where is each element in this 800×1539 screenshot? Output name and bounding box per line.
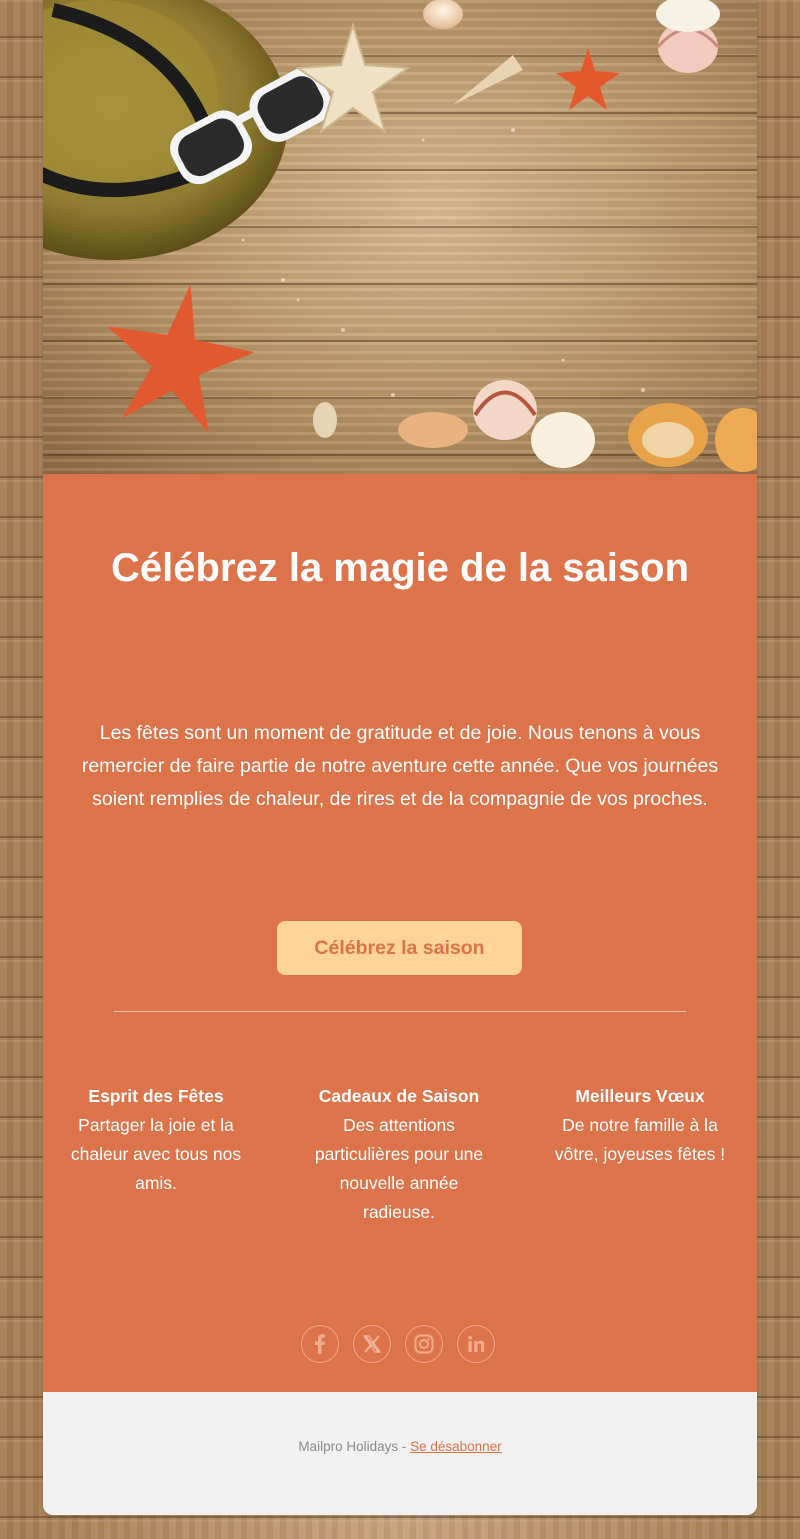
hat-icon: [43, 0, 288, 260]
starfish-icon: [106, 284, 255, 434]
feature-text: Partager la joie et la chaleur avec tous…: [70, 1115, 242, 1193]
feature-column: Esprit des Fêtes Partager la joie et la …: [66, 1082, 246, 1198]
x-icon[interactable]: [353, 1325, 391, 1363]
social-links: [301, 1325, 501, 1365]
divider: [114, 1011, 686, 1012]
starfish-icon: [556, 48, 620, 110]
feature-heading: Meilleurs Vœux: [575, 1086, 705, 1106]
hero-image: [43, 0, 757, 474]
email-container: Célébrez la magie de la saison Les fêtes…: [43, 0, 757, 1515]
facebook-icon[interactable]: [301, 1325, 339, 1363]
feature-column: Meilleurs Vœux De notre famille à la vôt…: [550, 1082, 730, 1169]
seashell-icon: [313, 380, 757, 472]
footer: Mailpro Holidays - Se désabonner: [43, 1392, 757, 1515]
footer-separator: -: [398, 1439, 411, 1454]
beach-flatlay-illustration: [43, 0, 757, 472]
feature-text: De notre famille à la vôtre, joyeuses fê…: [554, 1115, 726, 1164]
feature-heading: Esprit des Fêtes: [88, 1086, 224, 1106]
footer-brand: Mailpro Holidays: [298, 1439, 399, 1454]
linkedin-icon[interactable]: [457, 1325, 495, 1363]
feature-text: Des attentions particulières pour une no…: [314, 1115, 484, 1222]
intro-paragraph: Les fêtes sont un moment de gratitude et…: [81, 722, 719, 810]
feature-heading: Cadeaux de Saison: [318, 1086, 480, 1106]
instagram-icon[interactable]: [405, 1325, 443, 1363]
celebrate-button[interactable]: Célébrez la saison: [277, 921, 522, 975]
page-title: Célébrez la magie de la saison: [110, 546, 690, 590]
content-block: Célébrez la magie de la saison Les fêtes…: [43, 474, 757, 1392]
feature-column: Cadeaux de Saison Des attentions particu…: [310, 1082, 488, 1227]
footer-line: Mailpro Holidays - Se désabonner: [43, 1439, 757, 1454]
unsubscribe-link[interactable]: Se désabonner: [410, 1439, 502, 1454]
